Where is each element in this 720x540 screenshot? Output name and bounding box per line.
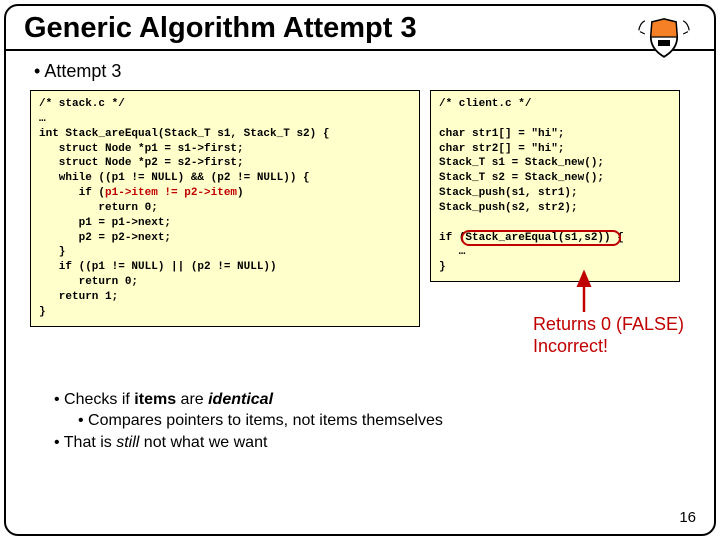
code-line: … <box>439 246 465 258</box>
code-line: /* stack.c */ <box>39 98 125 110</box>
slide-title: Generic Algorithm Attempt 3 <box>24 12 696 45</box>
code-line: return 1; <box>39 291 118 303</box>
code-line: … <box>39 113 46 125</box>
bullet-item: Compares pointers to items, not items th… <box>78 410 690 432</box>
callout-text: Returns 0 (FALSE) Incorrect! <box>533 314 684 357</box>
slide-frame: Generic Algorithm Attempt 3 Attempt 3 /*… <box>4 4 716 536</box>
code-line: struct Node *p1 = s1->first; <box>39 143 244 155</box>
princeton-crest-icon <box>634 16 694 64</box>
code-line: p1 = p1->next; <box>39 217 171 229</box>
code-line: while ((p1 != NULL) && (p2 != NULL)) { <box>39 172 310 184</box>
code-line: struct Node *p2 = s2->first; <box>39 157 244 169</box>
code-client-c: /* client.c */ char str1[] = "hi"; char … <box>430 90 680 282</box>
content-area: Attempt 3 /* stack.c */ … int Stack_areE… <box>6 51 714 453</box>
title-bar: Generic Algorithm Attempt 3 <box>6 6 714 51</box>
code-highlight: p1->item != p2->item <box>105 187 237 199</box>
bottom-bullets: Checks if items are identical Compares p… <box>30 389 690 454</box>
bullet-item: That is still not what we want <box>54 432 690 454</box>
code-line: } <box>39 246 65 258</box>
code-line: int Stack_areEqual(Stack_T s1, Stack_T s… <box>39 128 329 140</box>
code-row: /* stack.c */ … int Stack_areEqual(Stack… <box>30 90 690 327</box>
bullet-item: Checks if items are identical <box>54 389 690 411</box>
code-line: Stack_T s1 = Stack_new(); <box>439 157 604 169</box>
code-line: Stack_push(s1, str1); <box>439 187 578 199</box>
code-line: char str2[] = "hi"; <box>439 143 564 155</box>
callout-line: Incorrect! <box>533 336 684 358</box>
code-line: return 0; <box>39 276 138 288</box>
bullet-attempt: Attempt 3 <box>34 61 690 82</box>
code-line: if ((p1 != NULL) || (p2 != NULL)) <box>39 261 277 273</box>
code-line: Stack_push(s2, str2); <box>439 202 578 214</box>
code-line: return 0; <box>39 202 158 214</box>
code-line: if ( <box>39 187 105 199</box>
red-oval-highlight <box>461 230 621 246</box>
code-line: } <box>39 306 46 318</box>
callout-line: Returns 0 (FALSE) <box>533 314 684 336</box>
code-line: ) <box>237 187 244 199</box>
code-line: p2 = p2->next; <box>39 232 171 244</box>
code-line: char str1[] = "hi"; <box>439 128 564 140</box>
page-number: 16 <box>679 509 696 526</box>
code-line: } <box>439 261 446 273</box>
code-stack-c: /* stack.c */ … int Stack_areEqual(Stack… <box>30 90 420 327</box>
code-line: /* client.c */ <box>439 98 531 110</box>
code-line: Stack_T s2 = Stack_new(); <box>439 172 604 184</box>
